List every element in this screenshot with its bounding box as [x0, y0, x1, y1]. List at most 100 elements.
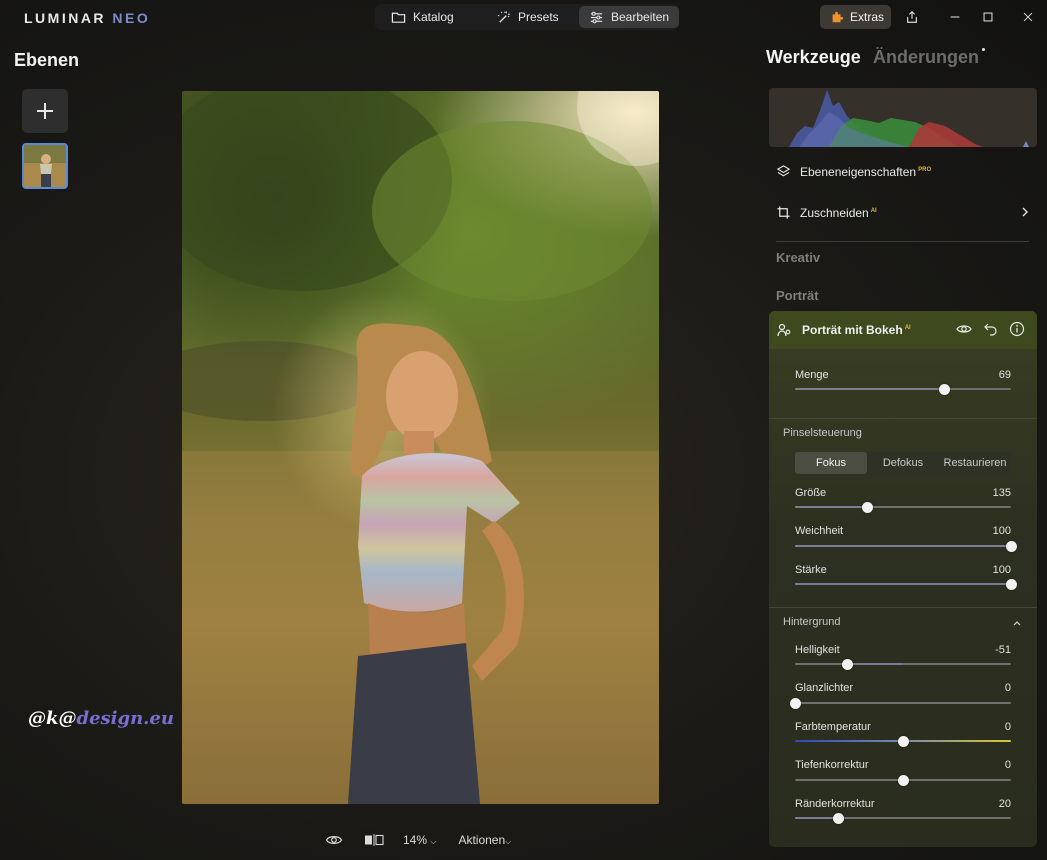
- maximize-icon: [983, 12, 993, 22]
- strength-label: Stärke: [795, 564, 827, 576]
- mode-restaurieren[interactable]: Restaurieren: [939, 452, 1011, 474]
- layer-thumbnail[interactable]: [22, 143, 68, 189]
- share-button[interactable]: [901, 6, 923, 28]
- zoom-dropdown[interactable]: 14% ⌵: [403, 833, 436, 847]
- size-label: Größe: [795, 487, 827, 499]
- sliders-icon: [590, 11, 603, 23]
- edges-slider[interactable]: [795, 812, 1011, 824]
- temperature-label: Farbtemperatur: [795, 721, 871, 733]
- depth-slider-handle[interactable]: [897, 774, 909, 786]
- eye-icon[interactable]: [325, 831, 343, 849]
- chevron-down-icon: ⌵: [505, 837, 512, 846]
- layers-title: Ebenen: [14, 50, 80, 70]
- amount-slider-handle[interactable]: [938, 383, 950, 395]
- softness-value: 100: [992, 525, 1011, 537]
- photo-content: [182, 91, 659, 804]
- temperature-slider[interactable]: [795, 735, 1011, 747]
- close-icon: [1023, 12, 1033, 22]
- maximize-button[interactable]: [977, 6, 999, 28]
- brush-mode-selector: Fokus Defokus Restaurieren: [795, 452, 1011, 474]
- tab-aenderungen[interactable]: Änderungen: [873, 47, 979, 68]
- brush-control-title: Pinselsteuerung: [783, 427, 862, 439]
- softness-slider-handle[interactable]: [1005, 540, 1017, 552]
- edges-slider-fill: [795, 817, 839, 819]
- tool-panel-header[interactable]: Porträt mit Bokeh AI: [769, 311, 1037, 349]
- strength-slider-handle[interactable]: [1005, 578, 1017, 590]
- crop-icon: [777, 206, 790, 219]
- layer-thumbnail-image: [24, 145, 66, 187]
- title-bar: LUMINAR NEO Katalog Presets Bearbeiten E…: [0, 0, 1047, 34]
- amount-label: Menge: [795, 369, 829, 381]
- softness-slider-fill: [795, 545, 1011, 547]
- temperature-value: 0: [1004, 721, 1011, 733]
- size-slider[interactable]: [795, 501, 1011, 513]
- tool-panel-portrait-bokeh: Porträt mit Bokeh AI Menge 69 Pinselsteue…: [769, 311, 1037, 847]
- visibility-eye-icon[interactable]: [955, 321, 973, 337]
- changes-indicator-dot: [982, 48, 985, 51]
- watermark: @k@design.eu: [28, 708, 174, 729]
- highlights-slider[interactable]: [789, 697, 1011, 709]
- edges-value: 20: [998, 798, 1011, 810]
- depth-slider[interactable]: [795, 774, 1011, 786]
- layers-icon: [776, 165, 791, 177]
- chevron-up-icon[interactable]: [1011, 616, 1023, 628]
- size-slider-fill: [795, 506, 868, 508]
- strength-slider[interactable]: [795, 578, 1017, 590]
- magic-wand-icon: [497, 10, 510, 23]
- highlights-value: 0: [1004, 682, 1011, 694]
- chevron-right-icon[interactable]: [1019, 205, 1031, 219]
- bottom-toolbar: 14% ⌵ Aktionen⌵: [325, 830, 511, 850]
- app-window: LUMINAR NEO Katalog Presets Bearbeiten E…: [0, 0, 1047, 860]
- chevron-down-icon: ⌵: [430, 837, 437, 846]
- undo-icon[interactable]: [983, 321, 999, 337]
- divider: [776, 241, 1029, 242]
- minimize-button[interactable]: [944, 6, 966, 28]
- puzzle-icon: [832, 11, 844, 23]
- app-logo: LUMINAR NEO: [24, 10, 151, 26]
- plus-icon: [37, 103, 53, 119]
- brightness-label: Helligkeit: [795, 644, 840, 656]
- divider: [769, 607, 1037, 608]
- tool-ebeneneigenschaften[interactable]: Ebeneneigenschaften PRO: [776, 164, 931, 179]
- tool-header-actions: [955, 321, 1025, 337]
- extras-button[interactable]: Extras: [820, 5, 891, 29]
- size-value: 135: [992, 487, 1011, 499]
- tool-zuschneiden[interactable]: Zuschneiden AI: [776, 205, 877, 220]
- temperature-slider-handle[interactable]: [897, 735, 909, 747]
- amount-slider[interactable]: [795, 383, 1011, 395]
- portrait-bokeh-icon: [777, 323, 791, 337]
- size-slider-handle[interactable]: [862, 501, 874, 513]
- histogram-graph: [789, 90, 1029, 147]
- compare-icon[interactable]: [363, 831, 385, 849]
- mode-defokus[interactable]: Defokus: [867, 452, 939, 474]
- brightness-slider[interactable]: [795, 658, 1011, 670]
- section-kreativ[interactable]: Kreativ: [776, 250, 820, 265]
- depth-label: Tiefenkorrektur: [795, 759, 869, 771]
- brightness-value: -51: [995, 644, 1011, 656]
- strength-value: 100: [992, 564, 1011, 576]
- folder-icon: [391, 12, 406, 23]
- close-button[interactable]: [1017, 6, 1039, 28]
- main-photo[interactable]: [182, 91, 659, 804]
- info-icon[interactable]: [1009, 321, 1025, 337]
- brightness-slider-fill: [847, 663, 903, 665]
- main-nav: Katalog Presets Bearbeiten: [375, 4, 680, 30]
- mode-fokus[interactable]: Fokus: [795, 452, 867, 474]
- highlights-slider-handle[interactable]: [789, 697, 801, 709]
- amount-slider-fill: [795, 388, 945, 390]
- tab-presets[interactable]: Presets: [486, 6, 569, 28]
- background-section-title: Hintergrund: [783, 616, 841, 628]
- depth-value: 0: [1004, 759, 1011, 771]
- tab-bearbeiten[interactable]: Bearbeiten: [579, 6, 680, 28]
- softness-slider[interactable]: [795, 540, 1017, 552]
- edges-slider-handle[interactable]: [832, 812, 844, 824]
- divider: [769, 418, 1037, 419]
- tab-katalog[interactable]: Katalog: [381, 6, 464, 28]
- brightness-slider-handle[interactable]: [842, 658, 854, 670]
- section-portrait[interactable]: Porträt: [776, 288, 819, 303]
- actions-dropdown[interactable]: Aktionen⌵: [458, 833, 511, 847]
- add-layer-button[interactable]: [22, 89, 68, 133]
- highlights-label: Glanzlichter: [795, 682, 854, 694]
- minimize-icon: [950, 16, 960, 18]
- tab-werkzeuge[interactable]: Werkzeuge: [766, 47, 861, 68]
